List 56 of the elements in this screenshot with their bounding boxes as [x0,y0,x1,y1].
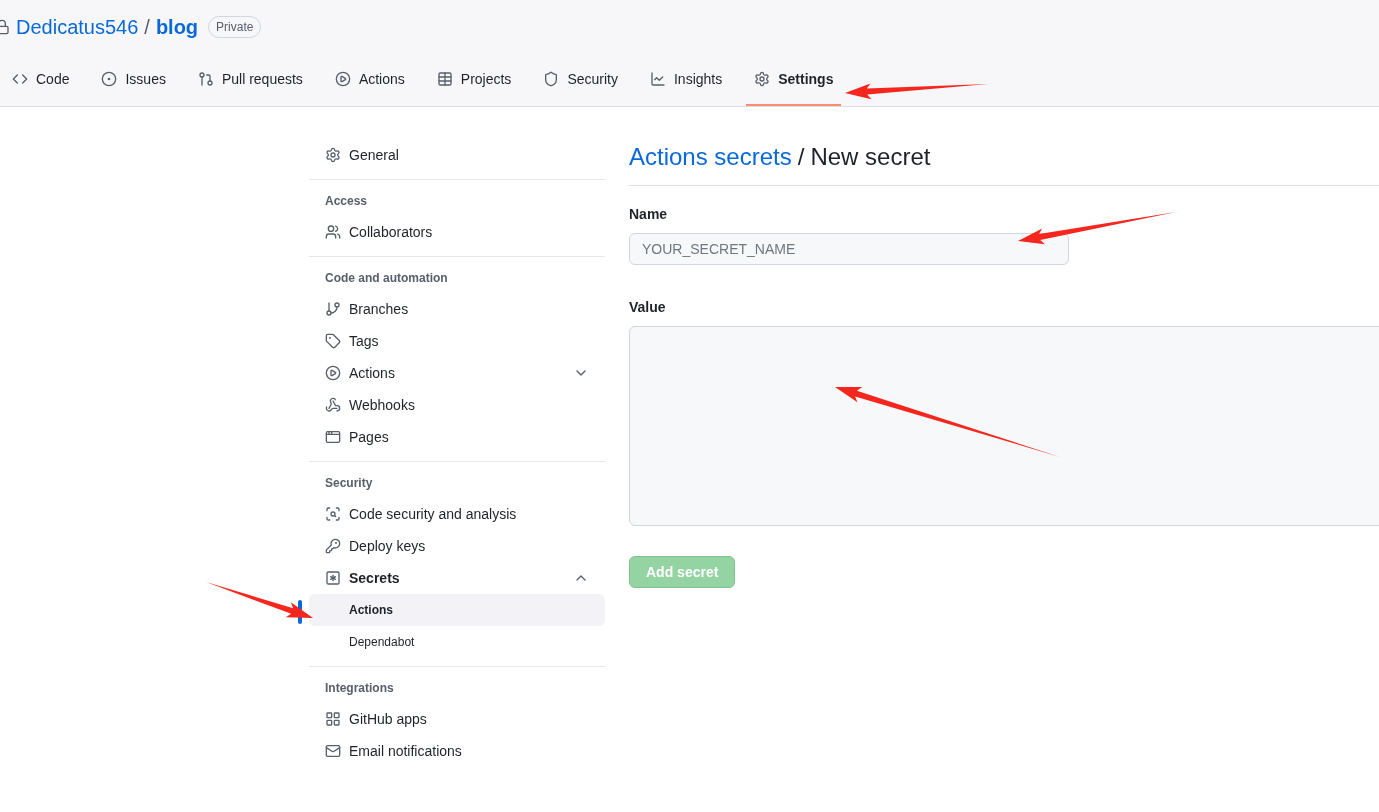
settings-icon [754,71,771,87]
breadcrumb-link[interactable]: Actions secrets [629,139,792,175]
repo-tab[interactable]: Settings [746,54,842,106]
section-heading: Code and automation [324,270,449,287]
repo-link[interactable]: blog [155,12,199,42]
sidebar-item[interactable]: Pages [309,421,605,453]
sidebar-item[interactable]: Secrets [309,562,605,594]
section-heading: Integrations [324,680,395,697]
branch-icon [325,301,341,317]
sidebar-item[interactable]: Branches [309,293,605,325]
field-label: Value [629,298,667,317]
sidebar-item[interactable]: Code security and analysis [309,498,605,530]
value-textarea[interactable] [629,326,1379,526]
repo-tab[interactable]: Code [4,54,78,106]
play-icon [325,365,341,381]
sidebar-item[interactable]: Deploy keys [309,530,605,562]
repo-tab[interactable]: Actions [326,54,413,106]
people-icon [325,224,341,240]
webhook-icon [325,397,341,413]
sidebar-item[interactable]: Tags [309,325,605,357]
field-label: Name [629,205,669,224]
line-chart-icon [649,71,666,87]
sidebar-item[interactable]: Email notifications [309,735,605,767]
tag-icon [325,333,341,349]
name-input[interactable]: YOUR_SECRET_NAME [629,233,1069,265]
sidebar-item[interactable]: Actions [309,594,605,626]
sidebar-item[interactable]: GitHub apps [309,703,605,735]
repo-tab[interactable]: Security [535,54,626,106]
shield-icon [543,71,560,87]
mail-icon [325,743,341,759]
sidebar-item[interactable]: Actions [309,357,605,389]
asterisk-square-icon [325,570,341,586]
pull-request-icon [197,71,214,87]
sidebar-item[interactable]: General [309,139,605,171]
breadcrumb-separator: / [797,142,805,172]
circle-dot-icon [101,71,118,87]
owner-link[interactable]: Dedicatus546 [16,12,139,42]
sidebar-item[interactable]: Collaborators [309,216,605,248]
code-icon [12,71,28,87]
repo-tab[interactable]: Projects [428,54,520,106]
play-icon [334,71,351,87]
repo-tab[interactable]: Issues [93,54,174,106]
section-heading: Security [324,475,374,492]
path-separator: / [144,15,150,40]
repo-tab[interactable]: Pull requests [189,54,311,106]
browser-window-icon [325,429,341,445]
sidebar-item[interactable]: Dependabot [309,626,605,658]
settings-icon [325,147,341,163]
scan-icon [325,506,341,522]
section-heading: Access [324,193,369,210]
key-icon [325,538,341,554]
sidebar-item[interactable]: Webhooks [309,389,605,421]
page-title: New secret [810,142,931,172]
grid-icon [325,711,341,727]
repo-tab[interactable]: Insights [641,54,731,106]
table-icon [436,71,453,87]
